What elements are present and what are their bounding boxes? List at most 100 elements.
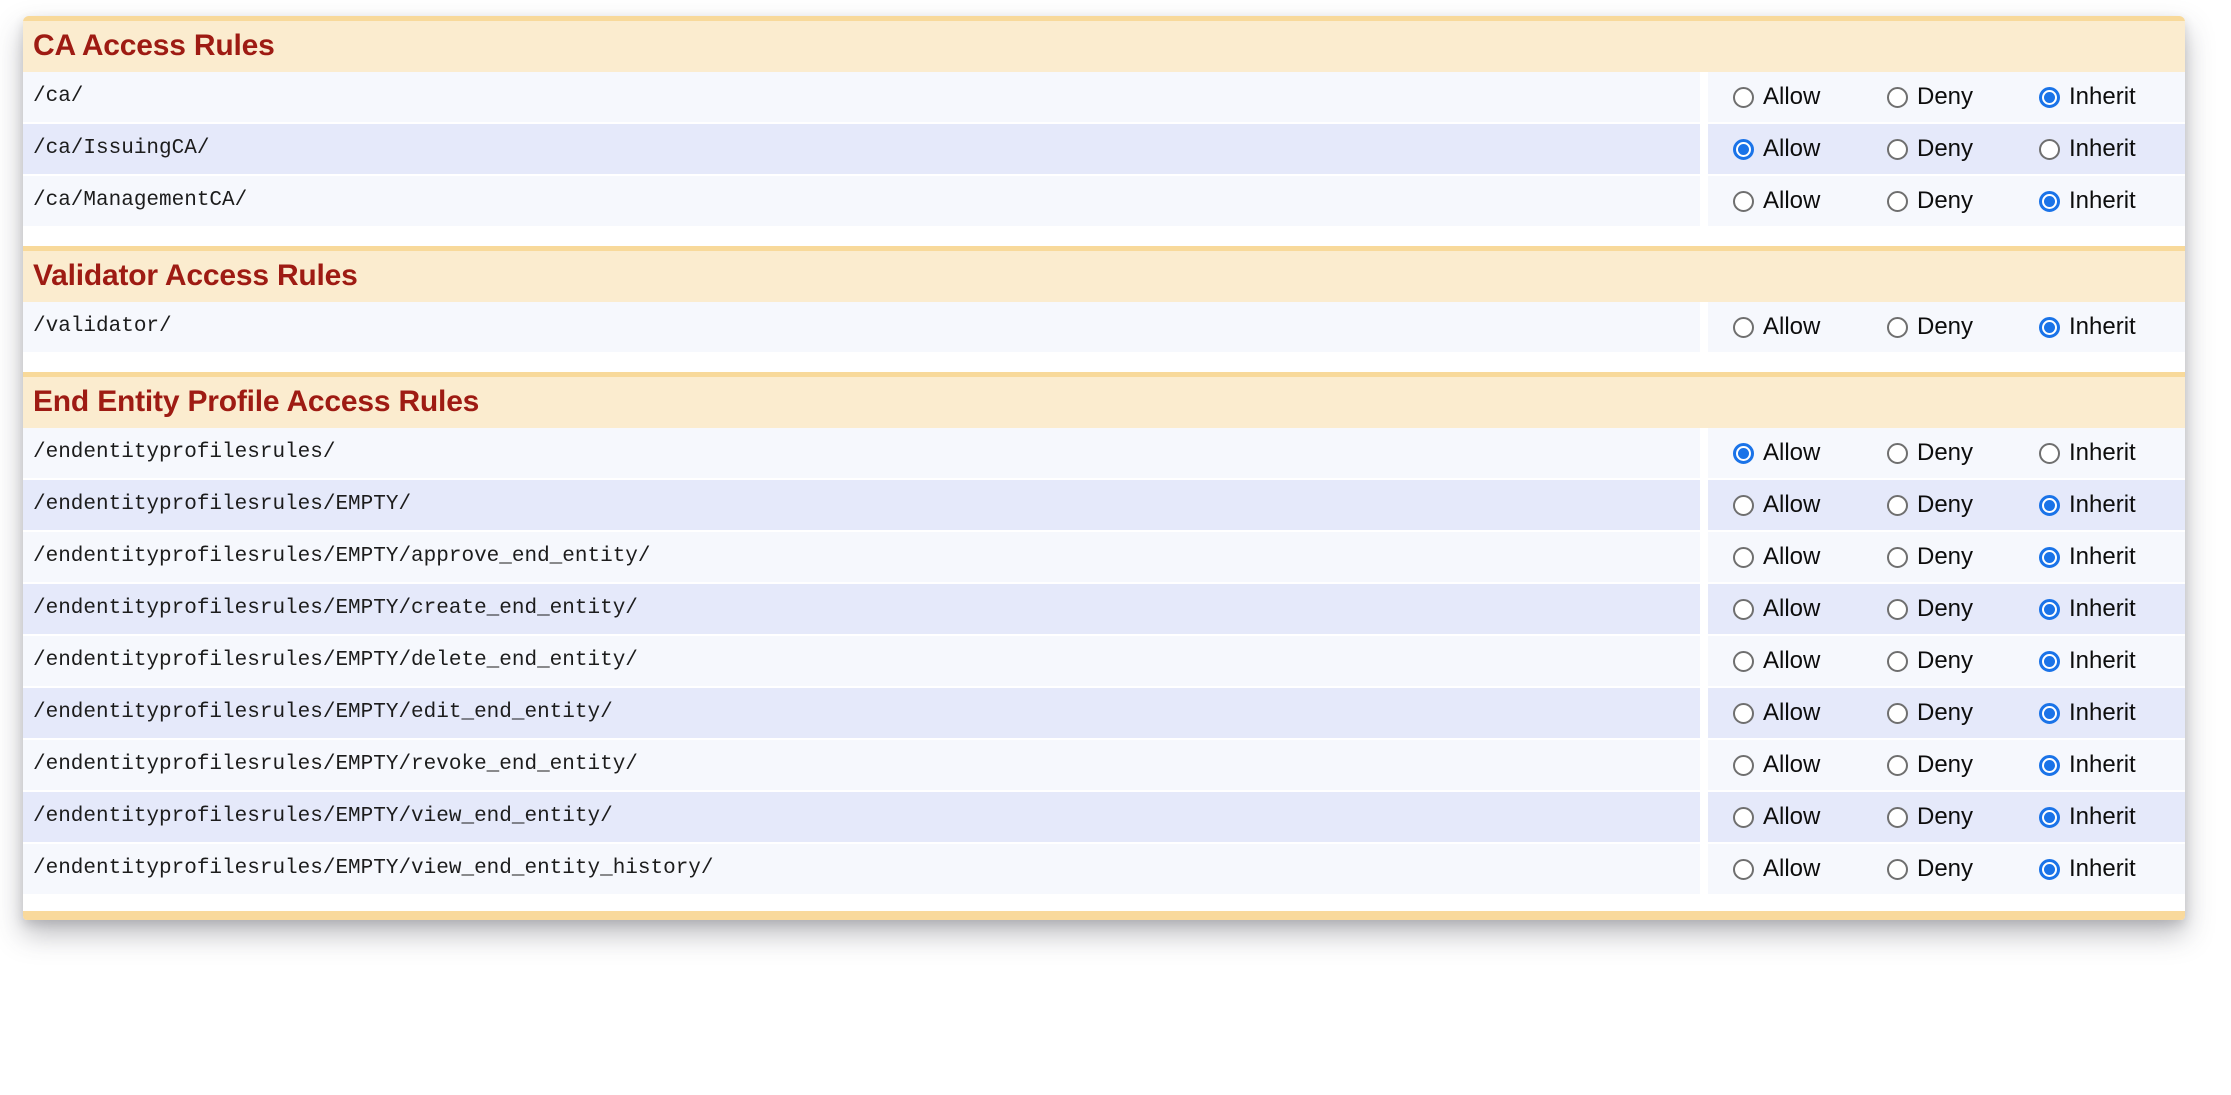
radio-deny-icon[interactable] xyxy=(1887,807,1908,828)
rule-choice-cell: Allow Deny Inherit xyxy=(1708,688,2185,738)
radio-option-deny[interactable]: Deny xyxy=(1887,84,2015,110)
rule-row: /endentityprofilesrules/EMPTY/edit_end_e… xyxy=(23,688,2185,738)
radio-option-inherit[interactable]: Inherit xyxy=(2039,188,2136,214)
radio-option-allow[interactable]: Allow xyxy=(1733,752,1863,778)
radio-allow-icon[interactable] xyxy=(1733,87,1754,108)
radio-deny-icon[interactable] xyxy=(1887,87,1908,108)
radio-inherit-icon[interactable] xyxy=(2039,547,2060,568)
radio-inherit-icon[interactable] xyxy=(2039,317,2060,338)
radio-option-inherit[interactable]: Inherit xyxy=(2039,544,2136,570)
radio-option-allow[interactable]: Allow xyxy=(1733,596,1863,622)
radio-deny-icon[interactable] xyxy=(1887,703,1908,724)
radio-option-allow[interactable]: Allow xyxy=(1733,648,1863,674)
radio-option-allow[interactable]: Allow xyxy=(1733,188,1863,214)
radio-option-deny[interactable]: Deny xyxy=(1887,492,2015,518)
radio-option-inherit[interactable]: Inherit xyxy=(2039,440,2136,466)
radio-allow-icon[interactable] xyxy=(1733,807,1754,828)
radio-option-deny[interactable]: Deny xyxy=(1887,440,2015,466)
column-divider xyxy=(1700,428,1708,478)
radio-allow-icon[interactable] xyxy=(1733,859,1754,880)
radio-option-allow[interactable]: Allow xyxy=(1733,700,1863,726)
radio-label-inherit: Inherit xyxy=(2069,700,2136,726)
radio-allow-icon[interactable] xyxy=(1733,703,1754,724)
radio-option-deny[interactable]: Deny xyxy=(1887,648,2015,674)
rule-row: /endentityprofilesrules/EMPTY/view_end_e… xyxy=(23,792,2185,842)
radio-deny-icon[interactable] xyxy=(1887,495,1908,516)
radio-allow-icon[interactable] xyxy=(1733,755,1754,776)
radio-option-deny[interactable]: Deny xyxy=(1887,188,2015,214)
access-rules-card: CA Access Rules/ca/AllowDenyInherit/ca/I… xyxy=(23,16,2185,920)
radio-allow-icon[interactable] xyxy=(1733,317,1754,338)
radio-option-allow[interactable]: Allow xyxy=(1733,440,1863,466)
radio-label-inherit: Inherit xyxy=(2069,492,2136,518)
radio-option-deny[interactable]: Deny xyxy=(1887,136,2015,162)
radio-option-deny[interactable]: Deny xyxy=(1887,544,2015,570)
radio-deny-icon[interactable] xyxy=(1887,191,1908,212)
radio-option-inherit[interactable]: Inherit xyxy=(2039,314,2136,340)
radio-label-deny: Deny xyxy=(1917,492,1973,518)
rule-row: /endentityprofilesrules/EMPTY/revoke_end… xyxy=(23,740,2185,790)
radio-option-deny[interactable]: Deny xyxy=(1887,804,2015,830)
radio-inherit-icon[interactable] xyxy=(2039,443,2060,464)
radio-deny-icon[interactable] xyxy=(1887,651,1908,672)
radio-option-allow[interactable]: Allow xyxy=(1733,136,1863,162)
radio-label-inherit: Inherit xyxy=(2069,648,2136,674)
radio-label-deny: Deny xyxy=(1917,596,1973,622)
radio-option-inherit[interactable]: Inherit xyxy=(2039,492,2136,518)
radio-deny-icon[interactable] xyxy=(1887,547,1908,568)
radio-option-allow[interactable]: Allow xyxy=(1733,544,1863,570)
radio-option-inherit[interactable]: Inherit xyxy=(2039,596,2136,622)
radio-option-inherit[interactable]: Inherit xyxy=(2039,700,2136,726)
radio-allow-icon[interactable] xyxy=(1733,547,1754,568)
radio-inherit-icon[interactable] xyxy=(2039,755,2060,776)
radio-allow-icon[interactable] xyxy=(1733,139,1754,160)
radio-inherit-icon[interactable] xyxy=(2039,191,2060,212)
radio-allow-icon[interactable] xyxy=(1733,651,1754,672)
radio-label-deny: Deny xyxy=(1917,84,1973,110)
rule-path-text: /endentityprofilesrules/EMPTY/approve_en… xyxy=(33,545,651,569)
radio-option-inherit[interactable]: Inherit xyxy=(2039,752,2136,778)
radio-option-inherit[interactable]: Inherit xyxy=(2039,804,2136,830)
radio-option-inherit[interactable]: Inherit xyxy=(2039,856,2136,882)
radio-deny-icon[interactable] xyxy=(1887,317,1908,338)
radio-option-deny[interactable]: Deny xyxy=(1887,856,2015,882)
radio-option-allow[interactable]: Allow xyxy=(1733,84,1863,110)
radio-inherit-icon[interactable] xyxy=(2039,859,2060,880)
column-divider xyxy=(1700,176,1708,226)
radio-deny-icon[interactable] xyxy=(1887,443,1908,464)
radio-allow-icon[interactable] xyxy=(1733,495,1754,516)
radio-option-deny[interactable]: Deny xyxy=(1887,596,2015,622)
radio-option-allow[interactable]: Allow xyxy=(1733,856,1863,882)
radio-option-inherit[interactable]: Inherit xyxy=(2039,136,2136,162)
radio-option-inherit[interactable]: Inherit xyxy=(2039,84,2136,110)
radio-option-inherit[interactable]: Inherit xyxy=(2039,648,2136,674)
rule-path-text: /endentityprofilesrules/EMPTY/delete_end… xyxy=(33,649,638,673)
column-divider xyxy=(1700,124,1708,174)
radio-deny-icon[interactable] xyxy=(1887,599,1908,620)
radio-option-allow[interactable]: Allow xyxy=(1733,314,1863,340)
radio-inherit-icon[interactable] xyxy=(2039,703,2060,724)
radio-deny-icon[interactable] xyxy=(1887,755,1908,776)
radio-inherit-icon[interactable] xyxy=(2039,651,2060,672)
radio-option-deny[interactable]: Deny xyxy=(1887,752,2015,778)
radio-allow-icon[interactable] xyxy=(1733,191,1754,212)
radio-allow-icon[interactable] xyxy=(1733,443,1754,464)
radio-inherit-icon[interactable] xyxy=(2039,807,2060,828)
radio-inherit-icon[interactable] xyxy=(2039,599,2060,620)
radio-inherit-icon[interactable] xyxy=(2039,87,2060,108)
radio-label-allow: Allow xyxy=(1763,84,1820,110)
radio-deny-icon[interactable] xyxy=(1887,859,1908,880)
radio-label-allow: Allow xyxy=(1763,596,1820,622)
rule-path-cell: /endentityprofilesrules/EMPTY/ xyxy=(23,480,1700,530)
radio-option-deny[interactable]: Deny xyxy=(1887,314,2015,340)
rule-choice-cell: Allow Deny Inherit xyxy=(1708,584,2185,634)
radio-option-allow[interactable]: Allow xyxy=(1733,804,1863,830)
column-divider xyxy=(1700,532,1708,582)
radio-option-deny[interactable]: Deny xyxy=(1887,700,2015,726)
radio-option-allow[interactable]: Allow xyxy=(1733,492,1863,518)
radio-inherit-icon[interactable] xyxy=(2039,495,2060,516)
radio-label-inherit: Inherit xyxy=(2069,84,2136,110)
radio-deny-icon[interactable] xyxy=(1887,139,1908,160)
radio-inherit-icon[interactable] xyxy=(2039,139,2060,160)
radio-allow-icon[interactable] xyxy=(1733,599,1754,620)
